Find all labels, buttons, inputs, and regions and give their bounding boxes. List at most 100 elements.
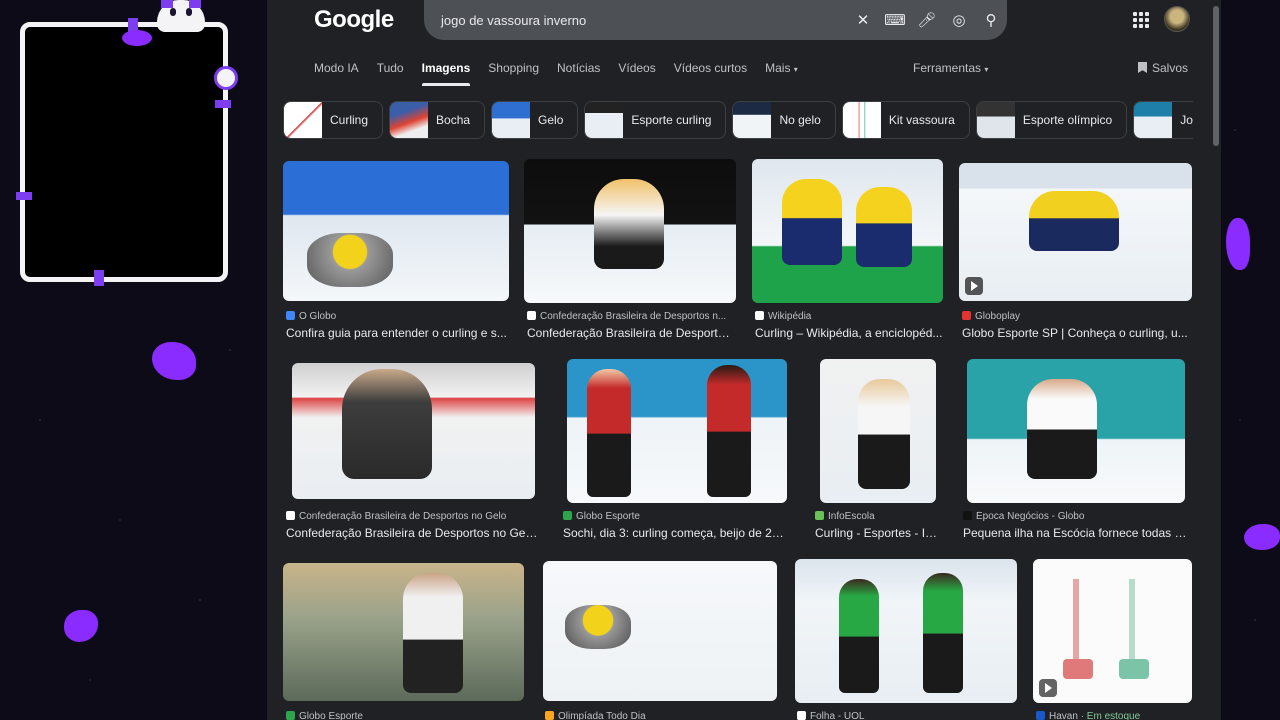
tab-videos-curtos[interactable]: Vídeos curtos — [674, 60, 747, 86]
result-image[interactable] — [283, 563, 524, 701]
chip-esporte-curling[interactable]: Esporte curling — [584, 101, 727, 139]
chip-bocha[interactable]: Bocha — [389, 101, 486, 139]
scrollbar[interactable] — [1211, 0, 1221, 720]
result-source[interactable]: Olimpíada Todo Dia — [545, 711, 775, 720]
chip-label: Bocha — [436, 113, 471, 127]
favicon-icon — [286, 511, 295, 520]
result-source[interactable]: Folha - UOL — [797, 711, 1017, 720]
product-badge-icon — [1039, 679, 1057, 697]
result-image[interactable] — [795, 559, 1017, 703]
result-source[interactable]: Época Negócios - Globo — [963, 511, 1191, 522]
chip-no-gelo[interactable]: No gelo — [732, 101, 836, 139]
related-chips: Curling Bocha Gelo Esporte curling No ge… — [283, 101, 1193, 141]
result-image[interactable] — [567, 359, 787, 503]
chip-gelo[interactable]: Gelo — [491, 101, 579, 139]
result-image[interactable] — [1033, 559, 1192, 703]
microphone-icon[interactable]: 🎤︎ — [911, 0, 943, 40]
tab-videos[interactable]: Vídeos — [618, 60, 655, 86]
result-source[interactable]: InfoEscola — [815, 511, 935, 522]
stock-status: · Em estoque — [1080, 711, 1141, 720]
favicon-icon — [527, 311, 536, 320]
tab-shopping[interactable]: Shopping — [488, 60, 539, 86]
tab-noticias[interactable]: Notícias — [557, 60, 600, 86]
source-label: Havan — [1049, 711, 1078, 720]
bookmark-icon — [1138, 62, 1147, 73]
favicon-icon — [1036, 711, 1045, 720]
paint-splat — [122, 30, 152, 46]
keyboard-icon[interactable]: ⌨ — [879, 0, 911, 40]
result-caption[interactable]: Confederação Brasileira de Desportos no … — [286, 526, 538, 540]
source-label: O Globo — [299, 311, 337, 322]
source-label: Folha - UOL — [810, 711, 865, 720]
result-image[interactable] — [967, 359, 1185, 503]
tools-button[interactable]: Ferramentas ▾ — [913, 61, 988, 75]
tab-mais-label: Mais — [765, 61, 791, 75]
play-icon — [965, 277, 983, 295]
tab-imagens[interactable]: Imagens — [421, 60, 470, 86]
result-source[interactable]: Confederação Brasileira de Desportos n..… — [527, 311, 732, 322]
chip-label: Curling — [330, 113, 369, 127]
result-image[interactable] — [752, 159, 943, 303]
result-image[interactable] — [543, 561, 777, 701]
google-logo[interactable]: Google — [314, 6, 394, 34]
tab-mais[interactable]: Mais ▾ — [765, 60, 798, 86]
result-source[interactable]: Wikipédia — [755, 311, 943, 322]
frame-notch — [215, 100, 231, 108]
result-source[interactable]: Globoplay — [962, 311, 1190, 322]
chip-thumbnail — [976, 102, 1015, 138]
account-avatar[interactable] — [1164, 6, 1190, 32]
favicon-icon — [286, 311, 295, 320]
result-source[interactable]: Confederação Brasileira de Desportos no … — [286, 511, 534, 522]
google-images-page: Google jogo de vassoura inverno ✕ ⌨ 🎤︎ ◎… — [267, 0, 1211, 720]
source-label: Confederação Brasileira de Desportos n..… — [540, 311, 727, 322]
chevron-down-icon: ▾ — [984, 65, 989, 74]
webcam-frame — [20, 22, 228, 282]
clear-icon[interactable]: ✕ — [847, 0, 879, 40]
result-caption[interactable]: Curling - Esportes - In... — [815, 526, 939, 540]
result-image[interactable] — [820, 359, 936, 503]
result-caption[interactable]: Globo Esporte SP | Conheça o curling, u.… — [962, 326, 1190, 340]
result-caption[interactable]: Curling – Wikipédia, a enciclopéd... — [755, 326, 943, 340]
source-label: Globo Esporte — [576, 511, 640, 522]
result-caption[interactable]: Confira guia para entender o curling e s… — [286, 326, 508, 340]
tab-tudo[interactable]: Tudo — [377, 60, 404, 86]
chip-esporte-olimpico[interactable]: Esporte olímpico — [975, 101, 1128, 139]
search-bar[interactable]: jogo de vassoura inverno ✕ ⌨ 🎤︎ ◎ ⚲ — [424, 0, 1007, 40]
saved-button[interactable]: Salvos — [1138, 61, 1188, 75]
search-icon[interactable]: ⚲ — [975, 0, 1007, 40]
source-label: InfoEscola — [828, 511, 875, 522]
result-caption[interactable]: Confederação Brasileira de Desporto... — [527, 326, 732, 340]
favicon-icon — [286, 711, 295, 720]
google-apps-icon[interactable] — [1133, 12, 1149, 28]
tools-label: Ferramentas — [913, 61, 982, 75]
source-label: Globo Esporte — [299, 711, 363, 720]
chip-jogos-olimpicos[interactable]: Jogos ol — [1133, 101, 1193, 139]
source-label: Confederação Brasileira de Desportos no … — [299, 511, 507, 522]
chip-label: Jogos ol — [1180, 113, 1193, 127]
scrollbar-thumb[interactable] — [1213, 6, 1219, 146]
source-label: Wikipédia — [768, 311, 812, 322]
search-input[interactable]: jogo de vassoura inverno — [441, 13, 847, 28]
chip-kit-vassoura[interactable]: Kit vassoura — [841, 101, 970, 139]
chip-thumbnail — [492, 102, 531, 138]
chip-thumbnail — [1134, 102, 1173, 138]
result-image[interactable] — [283, 161, 509, 301]
result-image[interactable] — [959, 163, 1192, 301]
chip-label: Esporte curling — [631, 113, 712, 127]
result-source[interactable]: Globo Esporte — [563, 511, 791, 522]
result-source[interactable]: O Globo — [286, 311, 508, 322]
result-image[interactable] — [524, 159, 736, 303]
result-caption[interactable]: Pequena ilha na Escócia fornece todas a.… — [963, 526, 1191, 540]
cat-mascot-icon — [157, 0, 205, 32]
source-label: Globoplay — [975, 311, 1021, 322]
tab-modo-ia[interactable]: Modo IA — [314, 60, 359, 86]
result-caption[interactable]: Sochi, dia 3: curling começa, beijo de 2… — [563, 526, 787, 540]
result-source[interactable]: Havan · Em estoque — [1036, 711, 1196, 720]
result-source[interactable]: Globo Esporte — [286, 711, 516, 720]
result-image[interactable] — [292, 363, 535, 499]
favicon-icon — [797, 711, 806, 720]
lens-icon[interactable]: ◎ — [943, 0, 975, 40]
chip-curling[interactable]: Curling — [283, 101, 384, 139]
chip-thumbnail — [733, 102, 772, 138]
paint-splat — [1226, 218, 1250, 270]
